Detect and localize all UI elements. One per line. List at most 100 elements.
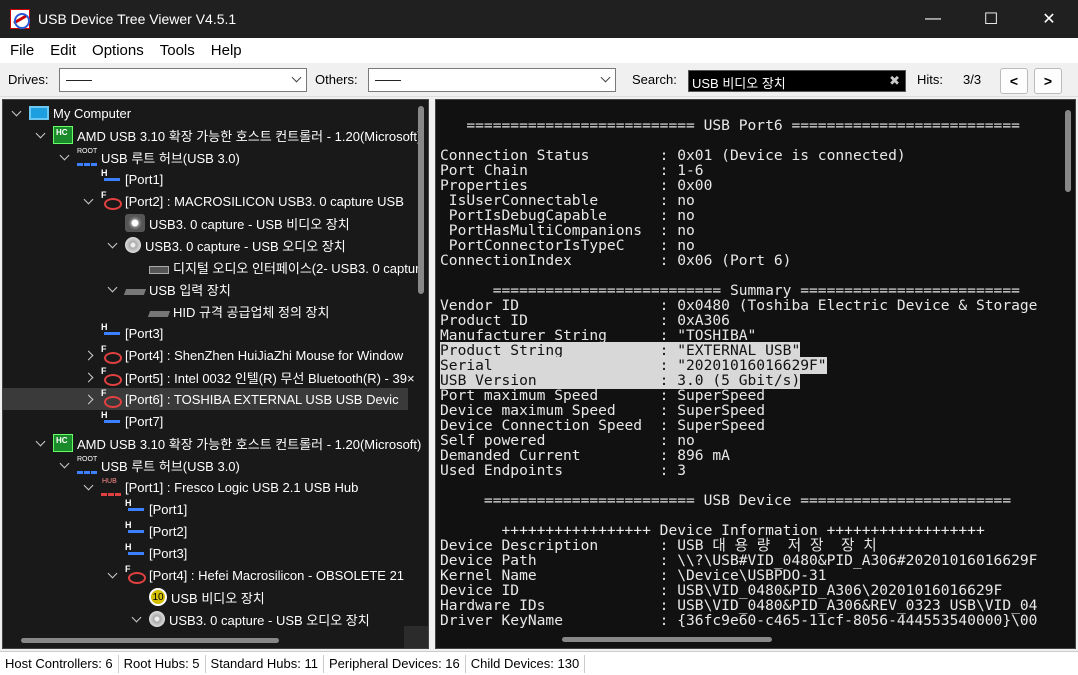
detail-panel[interactable]: ========================== USB Port6 ===… (435, 99, 1076, 649)
tree-item-label: My Computer (53, 105, 132, 121)
collapse-chevron-icon[interactable] (57, 458, 71, 472)
detail-line: Used Endpoints : 3 (440, 463, 1037, 478)
collapse-chevron-icon[interactable] (129, 612, 143, 626)
tree-item[interactable]: [Port4] : Hefei Macrosilicon - OBSOLETE … (105, 564, 404, 586)
search-input[interactable]: USB 비디오 장치 ✖ (688, 70, 906, 92)
tree-vertical-scrollbar[interactable] (418, 106, 424, 294)
tree-item[interactable]: [Port5] : Intel 0032 인텔(R) 무선 Bluetooth(… (81, 366, 415, 388)
previous-hit-button[interactable]: < (1000, 68, 1028, 94)
detail-line: PortConnectorIsTypeC : no (440, 238, 1037, 253)
collapse-chevron-icon[interactable] (81, 194, 95, 208)
detail-line-text: ======================== USB Device ====… (440, 492, 1012, 509)
collapse-chevron-icon[interactable] (105, 238, 119, 252)
collapse-chevron-icon[interactable] (105, 282, 119, 296)
tree-item[interactable]: [Port2] (105, 520, 187, 542)
tree-item[interactable]: [Port3] (105, 542, 187, 564)
detail-line (440, 133, 1037, 148)
menu-help[interactable]: Help (203, 42, 250, 59)
chevron-down-icon (291, 72, 302, 83)
minimize-button[interactable]: — (904, 0, 962, 38)
detail-line-text: ========================== USB Port6 ===… (440, 117, 1020, 134)
tree-item[interactable]: [Port2] : MACROSILICON USB3. 0 capture U… (81, 190, 404, 212)
hub-icon (101, 478, 121, 496)
tree-item-label: [Port2] : MACROSILICON USB3. 0 capture U… (125, 193, 404, 209)
menu-options[interactable]: Options (84, 42, 152, 59)
tree-item-label: AMD USB 3.10 확장 가능한 호스트 컨트롤러 - 1.20(Micr… (77, 436, 422, 452)
tree-item[interactable]: USB3. 0 capture - USB 오디오 장치 (129, 608, 370, 630)
device-tree[interactable]: My Computer AMD USB 3.10 확장 가능한 호스트 컨트롤러 … (2, 99, 429, 649)
collapse-chevron-icon[interactable] (33, 436, 47, 450)
tree-item[interactable]: 10 USB 비디오 장치 (129, 586, 265, 608)
collapse-chevron-icon[interactable] (57, 150, 71, 164)
usb-port-icon (101, 168, 121, 188)
usb-port-icon (125, 498, 145, 518)
tree-item-label: [Port4] : Hefei Macrosilicon - OBSOLETE … (149, 567, 405, 583)
tree-item[interactable]: USB 입력 장치 (105, 278, 231, 300)
detail-horizontal-scrollbar[interactable] (562, 637, 772, 642)
others-select[interactable]: —— (368, 68, 616, 92)
close-button[interactable]: ✕ (1020, 0, 1078, 38)
detail-line: Properties : 0x00 (440, 178, 1037, 193)
maximize-button[interactable]: ☐ (962, 0, 1020, 38)
detail-vertical-scrollbar[interactable] (1065, 110, 1071, 192)
detail-line: ======================== USB Device ====… (440, 493, 1037, 508)
tree-item[interactable]: USB3. 0 capture - USB 비디오 장치 (105, 212, 350, 234)
tree-item[interactable]: USB3. 0 capture - USB 오디오 장치 (105, 234, 346, 256)
input-device-icon (123, 289, 147, 295)
window-title: USB Device Tree Viewer V4.5.1 (38, 11, 237, 27)
menu-tools[interactable]: Tools (152, 42, 203, 59)
tree-item[interactable]: [Port7] (81, 410, 163, 432)
tree-item[interactable]: [Port4] : ShenZhen HuiJiaZhi Mouse for W… (81, 344, 403, 366)
tree-horizontal-scrollbar[interactable] (21, 638, 279, 643)
drives-select[interactable]: —— (59, 68, 307, 92)
tree-item[interactable]: My Computer (9, 102, 131, 124)
tree-item[interactable]: AMD USB 3.10 확장 가능한 호스트 컨트롤러 - 1.20(Micr… (33, 432, 421, 454)
audio-device-icon (149, 266, 169, 274)
tree-item-label: [Port1] (125, 171, 164, 187)
next-hit-button[interactable]: > (1034, 68, 1062, 94)
detail-line: Device Path : \\?\USB#VID_0480&PID_A306#… (440, 553, 1037, 568)
tree-item[interactable]: USB 루트 허브(USB 3.0) (57, 146, 240, 168)
tree-item[interactable]: 디지털 오디오 인터페이스(2- USB3. 0 captur (129, 256, 419, 278)
expand-chevron-icon[interactable] (81, 370, 95, 384)
detail-line-text: Driver KeyName : {36fc9e60-c465-11cf-805… (440, 612, 1038, 629)
expand-chevron-icon[interactable] (81, 348, 95, 362)
detail-line: Demanded Current : 896 mA (440, 448, 1037, 463)
detail-line: Driver KeyName : {36fc9e60-c465-11cf-805… (440, 613, 1037, 628)
collapse-chevron-icon[interactable] (33, 128, 47, 142)
tree-item[interactable]: [Port1] : Fresco Logic USB 2.1 USB Hub (81, 476, 358, 498)
device-details: ========================== USB Port6 ===… (440, 118, 1037, 628)
collapse-chevron-icon[interactable] (9, 106, 23, 120)
collapse-chevron-icon[interactable] (81, 480, 95, 494)
tree-item[interactable]: [Port3] (81, 322, 163, 344)
tree-item-label: USB3. 0 capture - USB 오디오 장치 (145, 238, 346, 254)
detail-line: Vendor ID : 0x0480 (Toshiba Electric Dev… (440, 298, 1037, 313)
hits-count: 3/3 (963, 72, 982, 87)
tree-item[interactable]: [Port6] : TOSHIBA EXTERNAL USB USB Devic (3, 388, 408, 410)
detail-line: Device maximum Speed : SuperSpeed (440, 403, 1037, 418)
input-device-icon (147, 311, 171, 317)
menu-file[interactable]: File (2, 42, 42, 59)
detail-line: Kernel Name : \Device\USBPDO-31 (440, 568, 1037, 583)
tree-item[interactable]: [Port1] (81, 168, 163, 190)
tree-item-label: AMD USB 3.10 확장 가능한 호스트 컨트롤러 - 1.20(Micr… (77, 128, 422, 144)
tree-item-label: [Port3] (125, 325, 164, 341)
status-peripheral-devices: Peripheral Devices: 16 (324, 654, 466, 673)
clear-search-icon[interactable]: ✖ (889, 73, 900, 89)
usb-port-icon (101, 410, 121, 430)
webcam-icon (125, 214, 145, 232)
detail-line: Device Connection Speed : SuperSpeed (440, 418, 1037, 433)
tree-item[interactable]: USB 루트 허브(USB 3.0) (57, 454, 240, 476)
menu-edit[interactable]: Edit (42, 42, 84, 59)
tree-item[interactable]: HID 규격 공급업체 정의 장치 (129, 300, 329, 322)
expand-chevron-icon[interactable] (81, 392, 95, 406)
collapse-chevron-icon[interactable] (105, 568, 119, 582)
tree-item[interactable]: AMD USB 3.10 확장 가능한 호스트 컨트롤러 - 1.20(Micr… (33, 124, 421, 146)
tree-item-label: [Port2] (149, 523, 188, 539)
tree-item[interactable]: [Port1] (105, 498, 187, 520)
usb-port-icon (125, 520, 145, 540)
